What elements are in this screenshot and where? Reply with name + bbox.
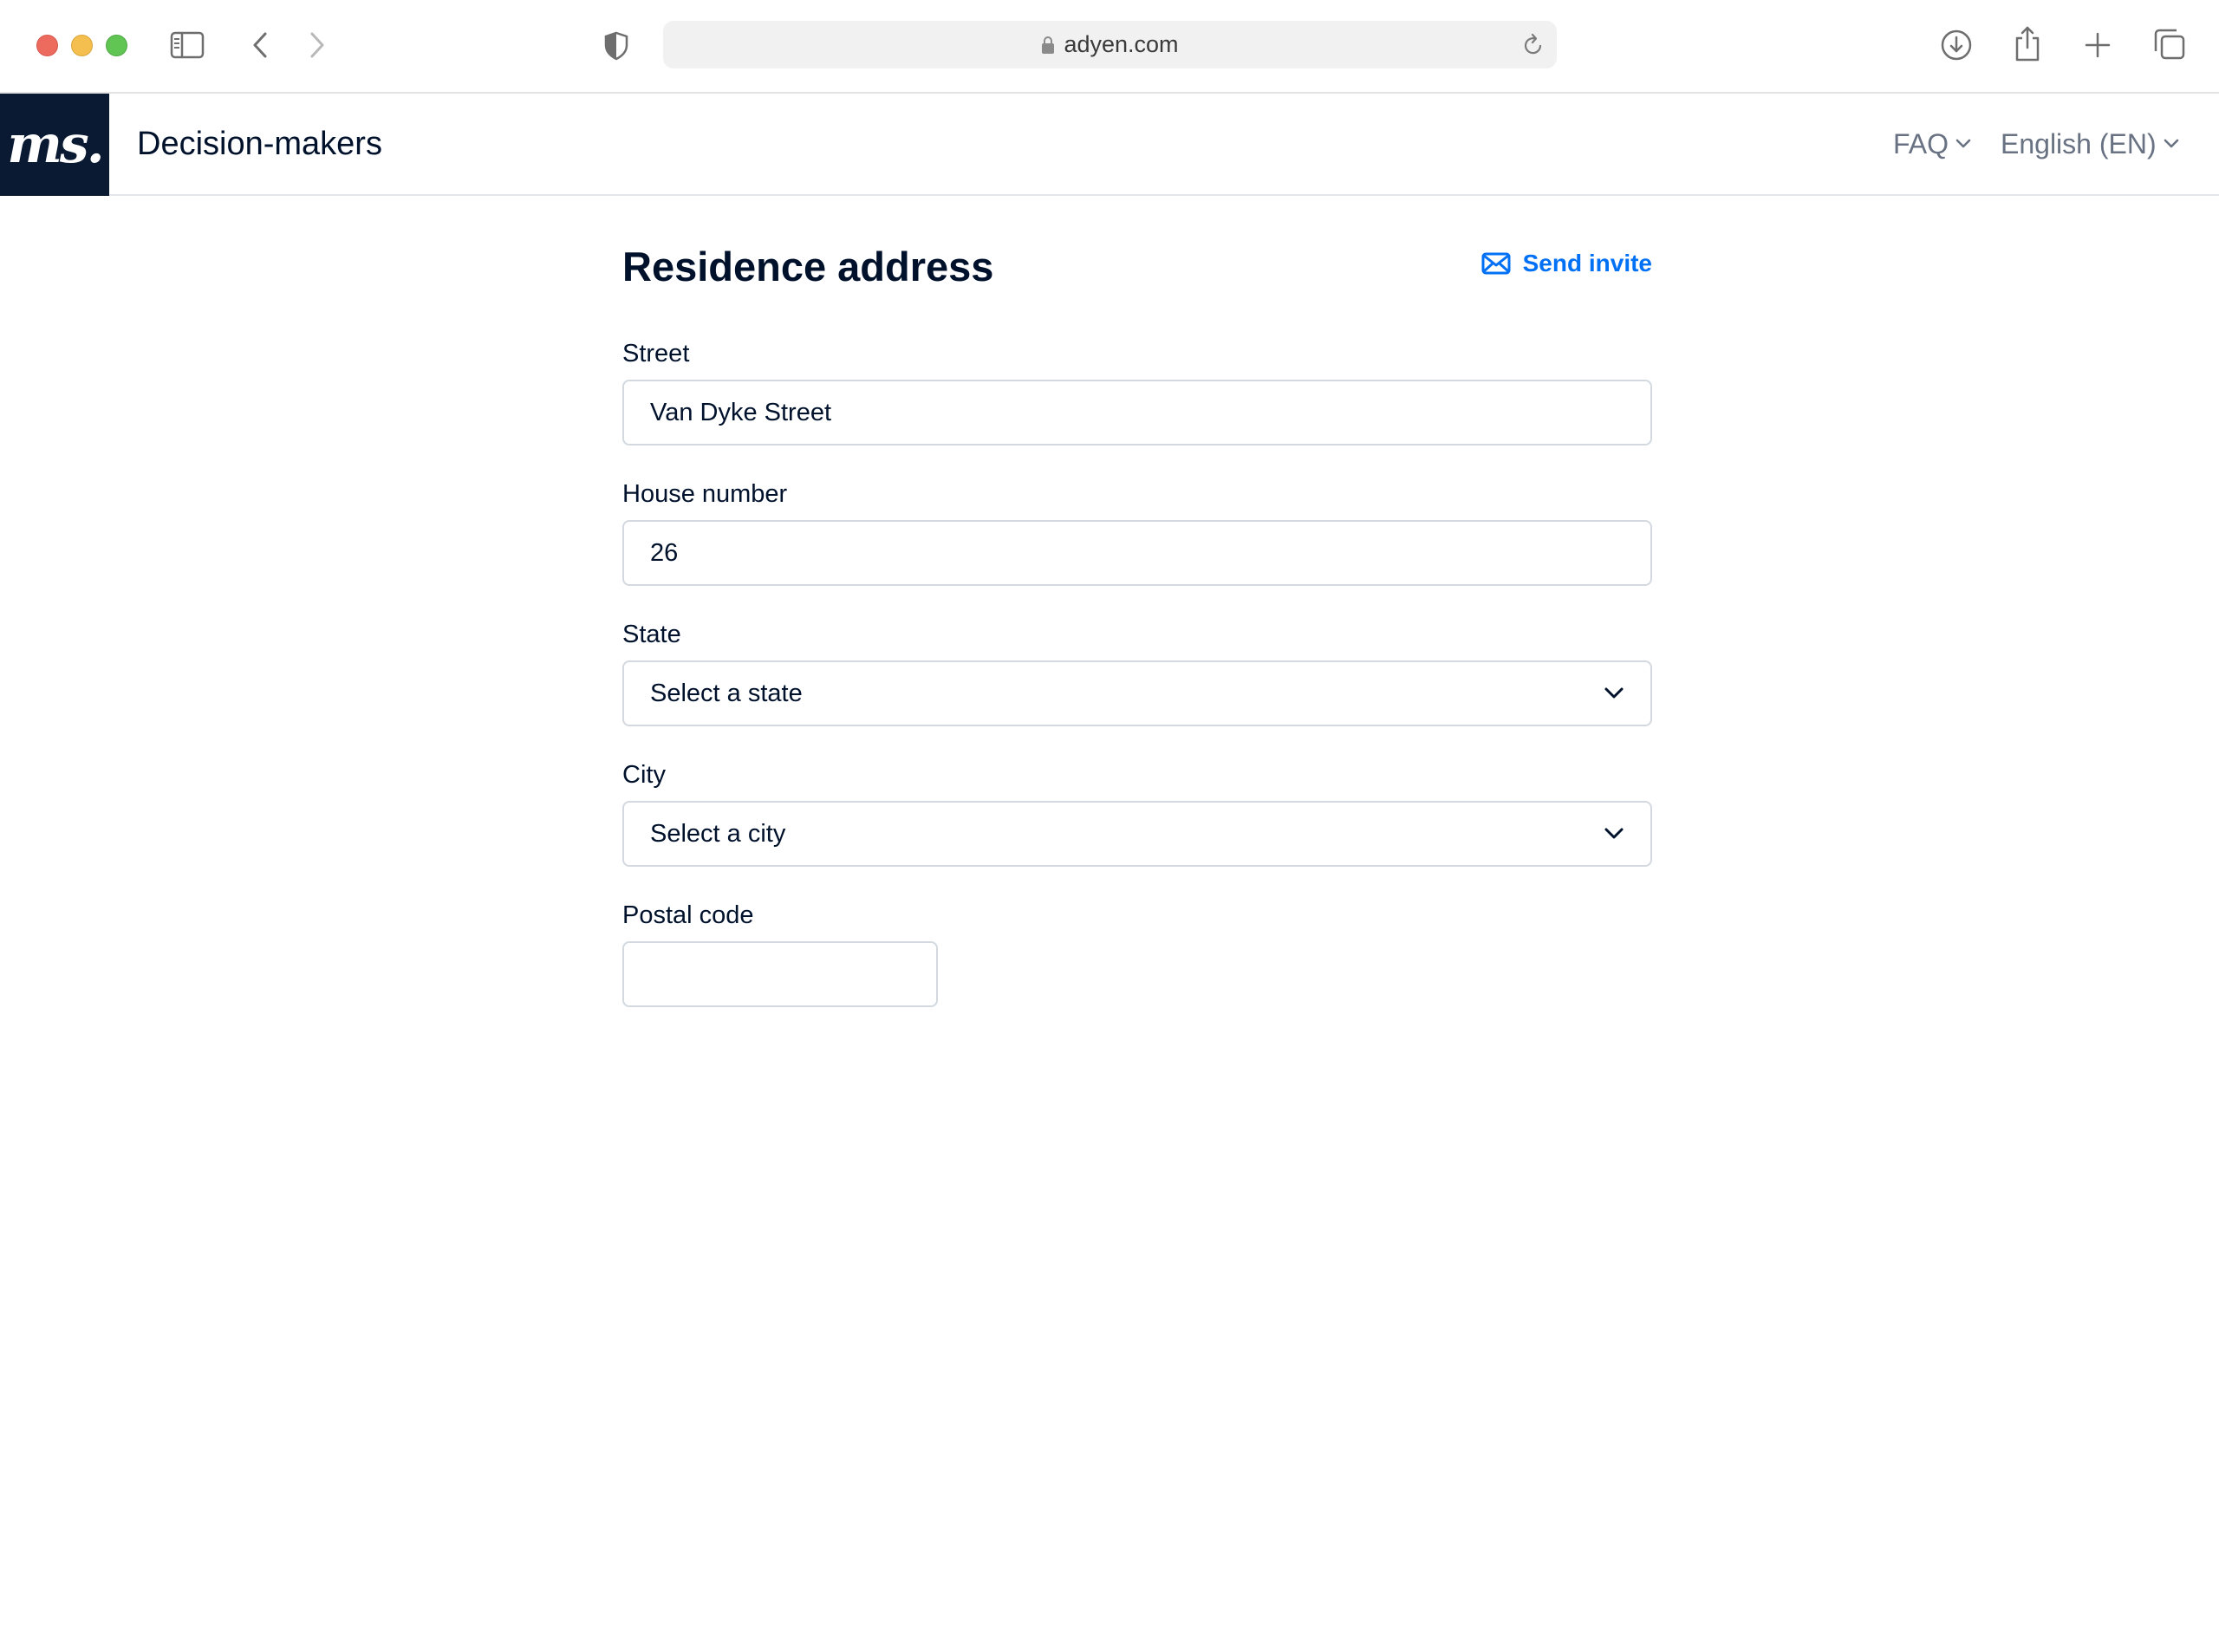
new-tab-icon[interactable] [2084, 31, 2112, 59]
back-icon[interactable] [250, 30, 270, 60]
send-invite-button[interactable]: Send invite [1481, 250, 1652, 277]
chevron-down-icon [1604, 828, 1624, 839]
mail-icon [1481, 252, 1511, 275]
faq-menu[interactable]: FAQ [1893, 94, 1971, 194]
page-title: Decision-makers [137, 126, 382, 162]
download-icon[interactable] [1939, 28, 1974, 62]
state-label: State [622, 621, 681, 648]
sidebar-icon[interactable] [170, 31, 205, 59]
chevron-down-icon [1604, 687, 1624, 699]
share-icon[interactable] [2013, 24, 2042, 62]
section-heading: Residence address [622, 244, 994, 289]
street-value: Van Dyke Street [650, 399, 832, 426]
city-value: Select a city [650, 820, 786, 848]
language-label: English (EN) [2001, 128, 2157, 159]
zoom-window-button[interactable] [106, 35, 127, 56]
app-header: ms. Decision-makers FAQ English (EN) [0, 94, 2219, 196]
browser-toolbar: adyen.com [0, 0, 2219, 94]
chevron-down-icon [1955, 139, 1971, 148]
house-number-value: 26 [650, 539, 679, 567]
house-number-input[interactable]: 26 [622, 520, 1652, 586]
state-select[interactable]: Select a state [622, 660, 1652, 726]
postal-code-label: Postal code [622, 901, 754, 929]
city-label: City [622, 761, 666, 789]
state-value: Select a state [650, 680, 803, 707]
logo[interactable]: ms. [0, 94, 109, 196]
send-invite-label: Send invite [1522, 250, 1652, 276]
street-label: Street [622, 340, 690, 367]
street-input[interactable]: Van Dyke Street [622, 380, 1652, 446]
forward-icon[interactable] [307, 30, 328, 60]
postal-code-input[interactable] [622, 941, 938, 1007]
chevron-down-icon [2164, 139, 2178, 148]
reload-icon[interactable] [1522, 33, 1545, 57]
language-menu[interactable]: English (EN) [2001, 94, 2179, 194]
faq-label: FAQ [1893, 128, 1949, 159]
house-number-label: House number [622, 480, 788, 508]
city-select[interactable]: Select a city [622, 801, 1652, 867]
address-bar[interactable]: adyen.com [663, 21, 1557, 68]
logo-text: ms. [7, 114, 104, 175]
url-text: adyen.com [1064, 31, 1179, 57]
minimize-window-button[interactable] [71, 35, 93, 56]
shield-icon[interactable] [603, 31, 629, 61]
lock-icon [1042, 36, 1055, 54]
tabs-icon[interactable] [2153, 28, 2186, 61]
close-window-button[interactable] [36, 35, 58, 56]
